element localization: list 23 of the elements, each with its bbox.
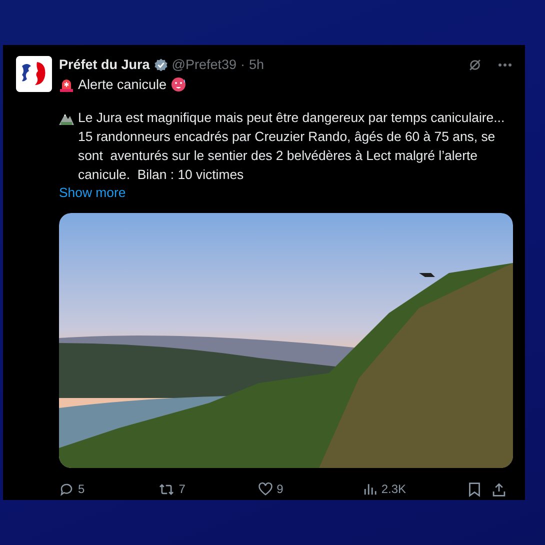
hot-face-icon [170, 77, 186, 92]
heart-icon[interactable] [258, 482, 273, 496]
show-more-link[interactable]: Show more [59, 185, 126, 200]
bookmark-icon[interactable] [468, 482, 482, 496]
separator-dot: · [240, 57, 246, 72]
logo-avatar[interactable] [16, 56, 52, 92]
author-name[interactable]: Préfet du Jura [59, 57, 150, 72]
slashed-circle-icon[interactable] [468, 58, 482, 72]
post-text: Le Jura est magnifique mais peut être dangereux par temps caniculaire... 15 randonneurs encadrés par Creuzier Rando, âgés de 60 à 75 ans, se sont aventurés sur le sentier des 2 belvédères à Lect malgré l’alerte canicule. Bilan : 10 victimes [78, 109, 506, 184]
reply-count: 5 [78, 482, 85, 496]
views-count: 2.3K [381, 482, 406, 496]
verified-badge-icon [154, 58, 168, 72]
repost-icon[interactable] [158, 482, 175, 496]
bar-chart-icon[interactable] [363, 482, 378, 496]
repost-count: 7 [178, 482, 186, 496]
author-handle[interactable]: @Prefet39 [172, 57, 237, 72]
post-time[interactable]: 5h [249, 57, 264, 72]
more-icon[interactable] [498, 62, 512, 66]
reply-icon[interactable] [59, 482, 74, 496]
like-count: 9 [276, 482, 284, 496]
share-icon[interactable] [492, 482, 506, 496]
post-title: Alerte canicule [78, 77, 167, 92]
siren-icon [59, 78, 74, 92]
